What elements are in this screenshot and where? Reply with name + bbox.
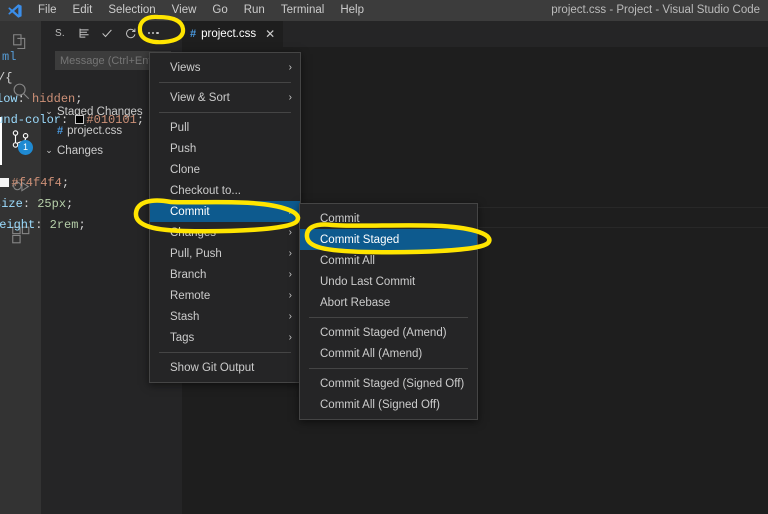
scm-more-actions-menu[interactable]: Views › View & Sort › Pull Push Clone Checkout … — [149, 52, 301, 383]
menu-item-label: Pull — [170, 121, 190, 134]
menu-item-remote[interactable]: Remote › — [150, 285, 300, 306]
menu-item-label: Remote — [170, 289, 211, 302]
menu-item-label: Commit Staged — [320, 233, 400, 246]
commit-submenu[interactable]: Commit Commit Staged Commit All Undo Last C… — [299, 203, 478, 420]
checkmark-icon[interactable] — [96, 22, 119, 44]
menu-item-pull-push[interactable]: Pull, Push › — [150, 243, 300, 264]
menu-item-stash[interactable]: Stash › — [150, 306, 300, 327]
chevron-right-icon: › — [288, 332, 292, 343]
menu-item-label: Show Git Output — [170, 361, 255, 374]
chevron-right-icon: › — [288, 311, 292, 322]
menu-item-label: Checkout to... — [170, 184, 241, 197]
refresh-icon[interactable] — [119, 22, 142, 44]
tab-label: project.css — [201, 28, 257, 40]
color-swatch — [0, 178, 10, 188]
tab-project-css[interactable]: # project.css ✕ — [182, 21, 285, 47]
menu-item-label: Branch — [170, 268, 207, 281]
menubar-item-run[interactable]: Run — [236, 0, 273, 21]
submenu-item-commit[interactable]: Commit — [300, 208, 477, 229]
submenu-item-abort-rebase[interactable]: Abort Rebase — [300, 292, 477, 313]
scm-toolbar: S. — [41, 21, 182, 45]
menubar-item-help[interactable]: Help — [332, 0, 372, 21]
menu-item-label: Push — [170, 142, 197, 155]
menu-item-label: Commit All (Amend) — [320, 347, 423, 360]
chevron-right-icon: › — [288, 269, 292, 280]
submenu-item-commit-staged-amend[interactable]: Commit Staged (Amend) — [300, 322, 477, 343]
menubar-item-edit[interactable]: Edit — [65, 0, 101, 21]
menu-item-label: Tags — [170, 331, 195, 344]
chevron-right-icon: › — [288, 92, 292, 103]
menu-item-label: Commit — [170, 205, 210, 218]
menu-item-label: Clone — [170, 163, 201, 176]
chevron-right-icon: › — [288, 227, 292, 238]
menu-item-changes[interactable]: Changes › — [150, 222, 300, 243]
menu-item-label: Commit Staged (Signed Off) — [320, 377, 465, 390]
menu-item-tags[interactable]: Tags › — [150, 327, 300, 348]
menu-item-label: Abort Rebase — [320, 296, 391, 309]
submenu-item-commit-staged-signed-off[interactable]: Commit Staged (Signed Off) — [300, 373, 477, 394]
color-swatch — [75, 115, 85, 125]
vscode-logo-icon — [0, 3, 30, 19]
submenu-item-commit-all-amend[interactable]: Commit All (Amend) — [300, 343, 477, 364]
menu-separator — [159, 352, 291, 353]
menu-item-label: Pull, Push — [170, 247, 222, 260]
menu-item-pull[interactable]: Pull — [150, 117, 300, 138]
view-as-list-icon[interactable] — [73, 22, 96, 44]
chevron-right-icon: › — [288, 248, 292, 259]
menubar-item-view[interactable]: View — [164, 0, 205, 21]
menu-separator — [309, 368, 468, 369]
chevron-right-icon: › — [288, 206, 292, 217]
chevron-right-icon: › — [288, 290, 292, 301]
menu-item-branch[interactable]: Branch › — [150, 264, 300, 285]
source-control-badge: 1 — [18, 140, 33, 155]
menu-item-label: View & Sort — [170, 91, 230, 104]
menu-item-label: Commit All (Signed Off) — [320, 398, 440, 411]
submenu-item-commit-all-signed-off[interactable]: Commit All (Signed Off) — [300, 394, 477, 415]
menu-item-label: Stash — [170, 310, 200, 323]
menu-bar[interactable]: File Edit Selection View Go Run Terminal Help — [30, 0, 372, 21]
menu-item-clone[interactable]: Clone — [150, 159, 300, 180]
menubar-item-selection[interactable]: Selection — [100, 0, 163, 21]
chevron-down-icon: ⌄ — [45, 145, 53, 155]
menu-separator — [159, 112, 291, 113]
menu-item-views[interactable]: Views › — [150, 57, 300, 78]
menu-item-push[interactable]: Push — [150, 138, 300, 159]
menu-separator — [159, 82, 291, 83]
menu-item-label: Commit Staged (Amend) — [320, 326, 447, 339]
more-actions-icon[interactable] — [142, 22, 165, 44]
menu-item-view-sort[interactable]: View & Sort › — [150, 87, 300, 108]
menu-item-label: Changes — [170, 226, 217, 239]
menubar-item-file[interactable]: File — [30, 0, 65, 21]
scm-group-label: Changes — [57, 144, 104, 157]
window-title: project.css - Project - Visual Studio Co… — [551, 4, 760, 16]
chevron-right-icon: › — [288, 62, 292, 73]
menu-item-label: Undo Last Commit — [320, 275, 416, 288]
vscode-window: File Edit Selection View Go Run Terminal Help p… — [0, 0, 768, 514]
menubar-item-go[interactable]: Go — [204, 0, 235, 21]
menu-separator — [309, 317, 468, 318]
menu-item-label: Views — [170, 61, 201, 74]
scm-view-title: S. — [55, 27, 65, 39]
editor-tab-bar: # project.css ✕ — [182, 21, 768, 47]
menu-item-checkout-to[interactable]: Checkout to... — [150, 180, 300, 201]
menu-item-show-git-output[interactable]: Show Git Output — [150, 357, 300, 378]
title-bar: File Edit Selection View Go Run Terminal Help p… — [0, 0, 768, 21]
submenu-item-undo-last-commit[interactable]: Undo Last Commit — [300, 271, 477, 292]
menubar-item-terminal[interactable]: Terminal — [273, 0, 332, 21]
submenu-item-commit-all[interactable]: Commit All — [300, 250, 477, 271]
menu-item-commit[interactable]: Commit › — [150, 201, 300, 222]
menu-item-label: Commit All — [320, 254, 375, 267]
css-file-icon: # — [190, 28, 197, 40]
close-icon[interactable]: ✕ — [265, 27, 275, 41]
menu-item-label: Commit — [320, 212, 360, 225]
submenu-item-commit-staged[interactable]: Commit Staged — [300, 229, 477, 250]
